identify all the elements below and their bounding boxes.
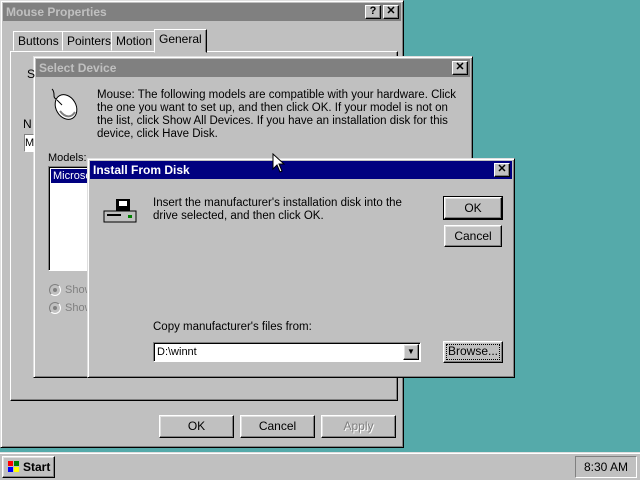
ok-button[interactable]: OK — [443, 196, 503, 220]
partial-label-n: N — [23, 117, 32, 131]
show-compatible-radio — [49, 284, 61, 296]
close-icon[interactable]: ✕ — [494, 163, 510, 177]
close-icon[interactable]: ✕ — [383, 5, 399, 19]
path-input[interactable] — [156, 344, 400, 359]
taskbar: Start 8:30 AM — [0, 452, 640, 480]
show-all-radio — [49, 302, 61, 314]
cancel-button[interactable]: Cancel — [444, 225, 502, 247]
mouse-icon — [51, 88, 78, 120]
start-label: Start — [23, 460, 51, 474]
tab-general[interactable]: General — [154, 29, 207, 53]
install-from-disk-window: Install From Disk ✕ Insert the manufactu… — [87, 158, 515, 378]
close-icon[interactable]: ✕ — [452, 61, 468, 75]
cancel-button[interactable]: Cancel — [240, 415, 315, 438]
select-device-description: Mouse: The following models are compatib… — [97, 89, 457, 140]
browse-button[interactable]: Browse... — [443, 341, 503, 363]
tab-motion[interactable]: Motion — [111, 31, 158, 51]
select-device-title: Select Device — [39, 61, 117, 75]
mouse-properties-titlebar[interactable]: Mouse Properties ? ✕ — [3, 3, 401, 21]
path-combobox[interactable]: ▼ — [153, 342, 421, 362]
tray-clock[interactable]: 8:30 AM — [575, 456, 637, 478]
mouse-cursor-icon — [272, 153, 285, 173]
mouse-properties-title: Mouse Properties — [6, 5, 107, 19]
windows-logo-icon — [8, 461, 19, 472]
start-button[interactable]: Start — [2, 456, 55, 478]
chevron-down-icon[interactable]: ▼ — [403, 344, 419, 360]
disk-drive-icon — [103, 199, 137, 223]
copy-files-label: Copy manufacturer's files from: — [153, 321, 312, 333]
models-label: Models: — [48, 152, 87, 164]
apply-button: Apply — [321, 415, 396, 438]
ok-button[interactable]: OK — [159, 415, 234, 438]
install-message: Insert the manufacturer's installation d… — [153, 197, 402, 222]
install-from-disk-titlebar[interactable]: Install From Disk ✕ — [90, 161, 512, 179]
tab-pointers[interactable]: Pointers — [62, 31, 117, 51]
partial-label-s: S — [27, 67, 36, 81]
tab-buttons[interactable]: Buttons — [13, 31, 64, 51]
install-from-disk-title: Install From Disk — [93, 163, 190, 177]
select-device-titlebar[interactable]: Select Device ✕ — [36, 59, 470, 77]
partial-field: M — [24, 134, 34, 152]
help-button[interactable]: ? — [365, 5, 381, 19]
